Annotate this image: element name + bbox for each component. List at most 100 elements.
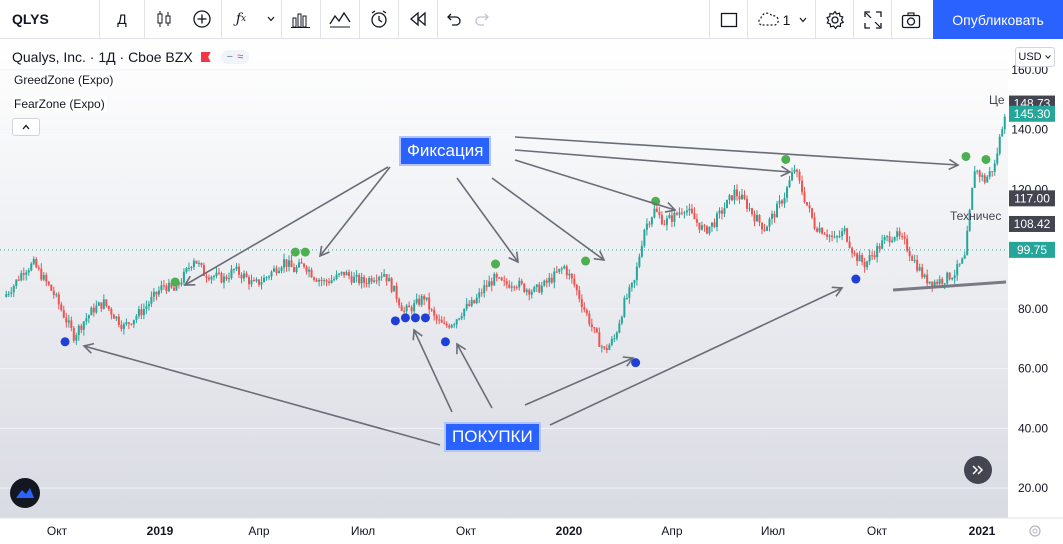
- candle-body: [100, 302, 103, 309]
- candle-body: [460, 316, 463, 319]
- undo-icon[interactable]: [438, 0, 468, 39]
- candle-body: [140, 309, 143, 316]
- currency-button[interactable]: USD: [1015, 47, 1055, 67]
- camera-icon[interactable]: [892, 0, 930, 39]
- add-indicator-icon[interactable]: [183, 0, 221, 39]
- candle-body: [801, 180, 804, 193]
- candle-body: [828, 235, 831, 237]
- candle-body: [816, 228, 819, 232]
- candle-body: [57, 294, 60, 305]
- candle-body: [550, 277, 553, 283]
- candle-body: [15, 279, 18, 286]
- collapse-legend-button[interactable]: [12, 118, 40, 136]
- candle-body: [866, 261, 869, 268]
- sell-signal-dot: [981, 154, 991, 164]
- bar-chart-icon[interactable]: [282, 0, 320, 39]
- candle-body: [548, 277, 551, 283]
- candle-body: [368, 278, 371, 284]
- candle-body: [863, 262, 866, 268]
- candle-body: [365, 282, 368, 284]
- fx-icon[interactable]: ƒx: [222, 0, 260, 39]
- rewind-icon[interactable]: [399, 0, 437, 39]
- candle-body: [528, 289, 531, 295]
- candle-body: [405, 305, 408, 312]
- candle-body: [413, 303, 416, 312]
- candle-body: [252, 280, 255, 282]
- candle-body: [776, 203, 779, 218]
- candle-body: [493, 273, 496, 286]
- rectangle-icon[interactable]: [710, 0, 748, 39]
- candle-body: [30, 263, 33, 271]
- legend-pill[interactable]: − ≈: [220, 50, 250, 64]
- alarm-icon[interactable]: [360, 0, 398, 39]
- candle-body: [373, 280, 376, 282]
- candle-body: [465, 303, 468, 309]
- tradingview-logo[interactable]: [10, 478, 40, 508]
- candle-body: [393, 285, 396, 292]
- annotation-buy[interactable]: ПОКУПКИ: [444, 422, 541, 452]
- candle-body: [32, 258, 35, 264]
- candle-body: [958, 263, 961, 265]
- candle-body: [981, 175, 984, 177]
- fullscreen-icon[interactable]: [854, 0, 892, 39]
- candle-body: [723, 208, 726, 214]
- redo-icon[interactable]: [468, 0, 498, 39]
- candle-body: [227, 278, 230, 280]
- candle-body: [55, 294, 58, 296]
- candles-icon[interactable]: [145, 0, 183, 39]
- y-tick-label: 20.00: [1018, 481, 1048, 495]
- candle-body: [485, 285, 488, 287]
- candle-body: [983, 175, 986, 183]
- candle-body: [77, 325, 80, 336]
- interval-button[interactable]: Д: [100, 0, 145, 39]
- publish-button[interactable]: Опубликовать: [933, 0, 1063, 39]
- candle-body: [933, 281, 936, 287]
- candle-body: [886, 236, 889, 238]
- candle-body: [343, 271, 346, 276]
- candle-body: [90, 307, 93, 316]
- candle-body: [638, 256, 641, 267]
- candle-body: [555, 271, 558, 273]
- symbol-search-button[interactable]: QLYS: [0, 0, 100, 39]
- candle-body: [115, 316, 118, 319]
- annotation-fixation[interactable]: Фиксация: [399, 136, 492, 166]
- double-chevron-right-icon: [972, 465, 984, 475]
- indicator-greedzone[interactable]: GreedZone (Expo): [12, 72, 116, 88]
- candle-body: [783, 197, 786, 204]
- buy-signal-dot: [420, 313, 430, 323]
- candle-body: [781, 200, 784, 204]
- flag-icon[interactable]: [200, 52, 211, 62]
- candle-body: [748, 208, 751, 210]
- candle-body: [217, 272, 220, 274]
- candle-body: [403, 310, 406, 312]
- line-chart-icon[interactable]: [321, 0, 359, 39]
- chevron-up-icon: [22, 124, 30, 130]
- candle-body: [943, 283, 946, 285]
- candle-body: [25, 272, 28, 275]
- candle-body: [10, 292, 13, 294]
- price-chart[interactable]: 20.0040.0060.0080.00100.00120.00140.0016…: [0, 40, 1063, 544]
- candle-body: [172, 287, 175, 291]
- candle-body: [688, 208, 691, 211]
- candle-body: [533, 287, 536, 292]
- scroll-to-realtime-button[interactable]: [964, 456, 992, 484]
- candle-body: [540, 285, 543, 293]
- x-tick-label: Апр: [248, 524, 270, 538]
- candle-body: [473, 300, 476, 304]
- candle-body: [20, 273, 23, 281]
- candle-body: [273, 268, 276, 272]
- candle-body: [543, 280, 546, 286]
- chevron-down-icon[interactable]: [260, 0, 282, 39]
- gear-icon[interactable]: [816, 0, 854, 39]
- candle-body: [117, 316, 120, 325]
- candle-body: [135, 316, 138, 320]
- candle-body: [478, 292, 481, 298]
- candle-body: [871, 255, 874, 257]
- candle-body: [856, 253, 859, 262]
- layout-button[interactable]: 1: [748, 0, 816, 39]
- candle-body: [826, 234, 829, 237]
- indicator-fearzone[interactable]: FearZone (Expo): [12, 96, 107, 112]
- candle-body: [22, 273, 25, 275]
- candle-body: [545, 280, 548, 283]
- candle-body: [750, 208, 753, 214]
